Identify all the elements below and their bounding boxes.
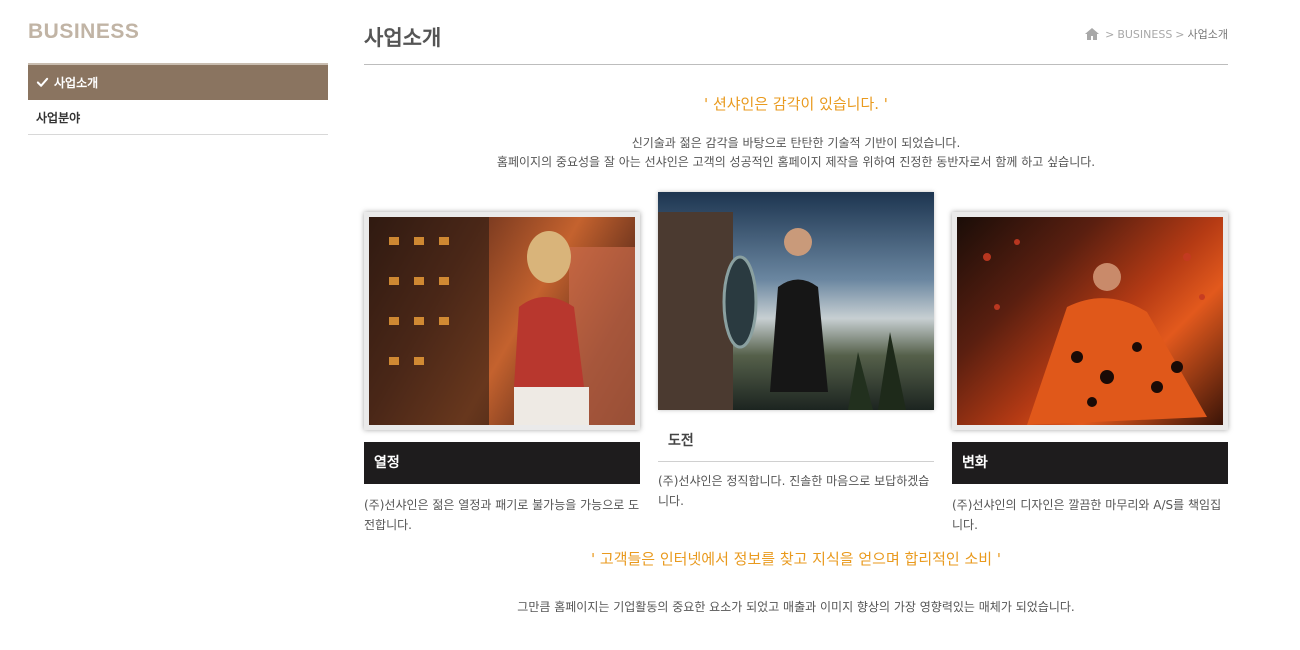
sidebar: BUSINESS 사업소개 사업분야 [28, 18, 328, 135]
photo-illustration [983, 239, 1207, 425]
intro-line: 홈페이지의 중요성을 잘 아는 선샤인은 고객의 성공적인 홈페이지 제작을 위… [496, 155, 1096, 169]
side-menu: 사업소개 사업분야 [28, 63, 328, 135]
fashion-photo [369, 217, 635, 425]
photo-frame [952, 212, 1228, 430]
card-title: 열정 [364, 442, 640, 484]
page-header: 사업소개 > BUSINESS > 사업소개 [364, 18, 1228, 65]
breadcrumb: > BUSINESS > 사업소개 [1085, 26, 1228, 42]
breadcrumb-current: 사업소개 [1187, 28, 1228, 41]
sidebar-item-label: 사업소개 [54, 75, 99, 90]
card-description: (주)선샤인은 정직합니다. 진솔한 마음으로 보답하겠습니다. [658, 474, 930, 508]
card-title: 도전 [658, 420, 934, 462]
intro-line: 신기술과 젊은 감각을 바탕으로 탄탄한 기술적 기반이 되었습니다. [631, 136, 961, 150]
breadcrumb-section[interactable]: BUSINESS [1117, 28, 1172, 41]
photo-illustration [369, 217, 635, 425]
home-icon[interactable] [1085, 28, 1100, 40]
card-description: (주)선샤인은 젊은 열정과 패기로 불가능을 가능으로 도전합니다. [364, 498, 640, 532]
card-title: 변화 [952, 442, 1228, 484]
main-content: 사업소개 > BUSINESS > 사업소개 ' 션샤인은 감각이 있습니다. … [364, 18, 1228, 615]
photo-frame [658, 192, 934, 410]
card-challenge: 도전 (주)선샤인은 정직합니다. 진솔한 마음으로 보답하겠습니다. [658, 192, 934, 511]
breadcrumb-separator: > [1175, 27, 1185, 41]
card-passion: 열정 (주)선샤인은 젊은 열정과 패기로 불가능을 가능으로 도전합니다. [364, 212, 640, 535]
sidebar-item-business-intro[interactable]: 사업소개 [28, 65, 328, 100]
page-title: 사업소개 [364, 26, 442, 50]
card-description: (주)선샤인의 디자인은 깔끔한 마무리와 A/S를 책임집니다. [952, 498, 1222, 532]
card-change: 변화 (주)선샤인의 디자인은 깔끔한 마무리와 A/S를 책임집니다. [952, 212, 1228, 535]
fashion-photo [957, 217, 1223, 425]
check-icon [36, 77, 49, 87]
fashion-photo [658, 192, 934, 410]
intro-text: 신기술과 젊은 감각을 바탕으로 탄탄한 기술적 기반이 되었습니다. 홈페이지… [364, 134, 1228, 172]
closing-text: 그만큼 홈페이지는 기업활동의 중요한 요소가 되었고 매출과 이미지 향상의 … [517, 600, 1075, 614]
headline: ' 션샤인은 감각이 있습니다. ' [704, 95, 888, 113]
photo-frame [364, 212, 640, 430]
photo-illustration [658, 212, 906, 410]
breadcrumb-separator: > [1105, 27, 1115, 41]
sidebar-item-business-areas[interactable]: 사업분야 [28, 100, 328, 135]
sidebar-title: BUSINESS [28, 20, 140, 43]
card-grid: 열정 (주)선샤인은 젊은 열정과 패기로 불가능을 가능으로 도전합니다. 도… [364, 192, 1228, 552]
sidebar-item-label: 사업분야 [36, 110, 81, 125]
